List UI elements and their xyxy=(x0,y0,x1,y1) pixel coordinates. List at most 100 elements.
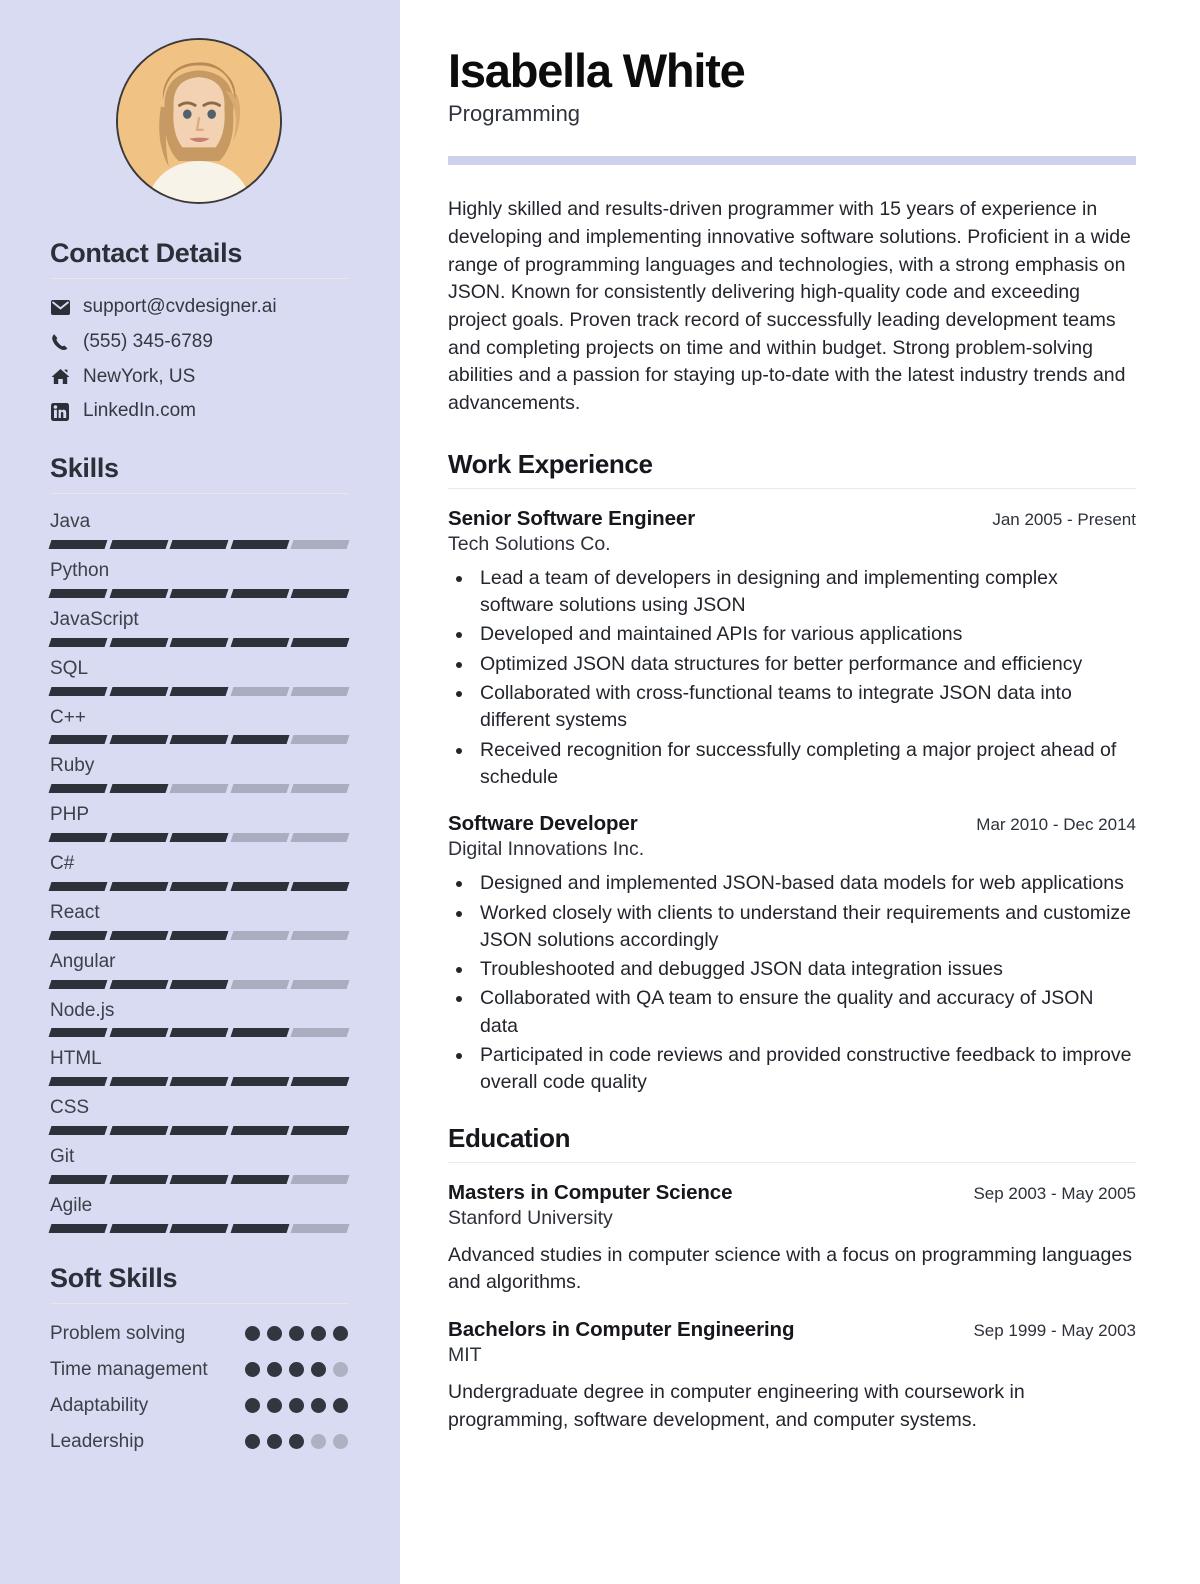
skill-segment xyxy=(169,735,229,745)
soft-skill-dot xyxy=(311,1325,326,1341)
skill-segment xyxy=(230,637,289,647)
skill-segment xyxy=(230,1175,289,1184)
contact-item-linkedin[interactable]: LinkedIn.com xyxy=(50,400,348,423)
skill-segment xyxy=(109,1223,168,1233)
skill-segment xyxy=(230,979,289,989)
skill-segment xyxy=(230,930,289,940)
work-job-title: Software Developer xyxy=(448,812,638,836)
skill-item: C++ xyxy=(48,707,350,745)
work-bullet: Worked closely with clients to understan… xyxy=(474,900,1136,955)
skill-level-bar xyxy=(48,1077,350,1087)
skill-level-bar xyxy=(48,686,350,696)
skills-heading: Skills xyxy=(50,453,119,484)
education-institution: Stanford University xyxy=(448,1206,613,1229)
work-date-range: Jan 2005 - Present xyxy=(992,509,1136,529)
skill-name: SQL xyxy=(50,657,89,679)
education-section: Education Masters in Computer Science Se… xyxy=(448,1123,1136,1435)
skill-name: Ruby xyxy=(50,755,95,777)
skill-segment xyxy=(109,588,168,598)
soft-skills-divider xyxy=(50,1302,348,1304)
page-title: Isabella White xyxy=(448,44,746,97)
skill-item: CSS xyxy=(48,1097,350,1136)
skill-level-bar xyxy=(48,930,350,940)
contact-item-location[interactable]: NewYork, US xyxy=(50,366,348,389)
work-job-title: Senior Software Engineer xyxy=(448,506,696,530)
skill-segment xyxy=(169,540,229,550)
contact-phone-text: (555) 345-6789 xyxy=(83,330,213,352)
soft-skill-dot xyxy=(267,1434,282,1450)
skill-segment xyxy=(48,979,108,989)
skill-item: Node.js xyxy=(48,999,350,1038)
contact-details-section: Contact Details support@cvdesigner.ai (5… xyxy=(50,238,348,423)
skill-name: C# xyxy=(50,853,75,875)
skill-segment xyxy=(290,735,350,745)
user-photo-avatar-icon xyxy=(118,40,280,202)
sidebar: Contact Details support@cvdesigner.ai (5… xyxy=(0,0,400,1584)
soft-skill-dot xyxy=(311,1361,326,1377)
skill-segment xyxy=(48,735,108,745)
skill-segment xyxy=(169,1175,229,1184)
envelope-icon xyxy=(50,297,70,317)
skill-segment xyxy=(109,637,168,647)
skills-list: Java Python JavaScript SQL C++ Ruby PHP … xyxy=(48,511,350,1233)
skill-item: Java xyxy=(48,511,350,550)
education-description: Undergraduate degree in computer enginee… xyxy=(448,1380,1025,1431)
skill-segment xyxy=(109,540,168,550)
soft-skill-dot xyxy=(245,1398,260,1413)
contact-location-text: NewYork, US xyxy=(83,365,196,387)
skill-segment xyxy=(169,881,229,891)
contact-item-phone[interactable]: (555) 345-6789 xyxy=(50,331,348,354)
skill-item: HTML xyxy=(48,1048,350,1087)
skill-segment xyxy=(169,833,229,843)
skill-name: Git xyxy=(50,1146,75,1168)
work-bullet: Collaborated with cross-functional teams… xyxy=(474,680,1136,735)
work-bullet: Designed and implemented JSON-based data… xyxy=(474,870,1136,897)
work-experience-heading: Work Experience xyxy=(448,448,653,479)
skill-name: Node.js xyxy=(50,999,115,1021)
soft-skill-name: Problem solving xyxy=(50,1322,186,1344)
contact-details-heading: Contact Details xyxy=(50,238,243,268)
skill-segment xyxy=(230,784,289,794)
skill-segment xyxy=(230,1028,289,1038)
skill-segment xyxy=(109,930,168,940)
skill-item: Python xyxy=(48,560,350,598)
skill-segment xyxy=(169,1028,229,1038)
skill-segment xyxy=(230,881,289,891)
skill-name: Python xyxy=(50,560,110,582)
work-bullet: Developed and maintained APIs for variou… xyxy=(474,621,1136,648)
contact-item-email[interactable]: support@cvdesigner.ai xyxy=(50,296,348,319)
soft-skill-dot xyxy=(245,1325,260,1341)
work-bullet: Troubleshooted and debugged JSON data in… xyxy=(474,956,1136,983)
soft-skill-dot xyxy=(267,1325,282,1341)
skill-segment xyxy=(109,686,168,696)
avatar xyxy=(116,38,282,204)
skill-segment xyxy=(169,979,229,989)
phone-icon xyxy=(50,332,70,352)
skill-segment xyxy=(290,540,350,550)
work-date-range: Mar 2010 - Dec 2014 xyxy=(976,815,1136,835)
education-degree: Masters in Computer Science xyxy=(448,1180,733,1204)
skill-level-bar xyxy=(48,1223,350,1233)
skill-segment xyxy=(290,930,350,940)
skills-section: Skills Java Python JavaScript SQL C++ Ru… xyxy=(48,453,350,1233)
work-bullet: Optimized JSON data structures for bette… xyxy=(474,651,1136,678)
soft-skill-dot xyxy=(311,1434,326,1450)
skill-level-bar xyxy=(48,637,350,647)
skill-name: JavaScript xyxy=(50,608,139,630)
skill-level-bar xyxy=(48,1126,350,1136)
skill-name: Java xyxy=(50,511,91,533)
skill-level-bar xyxy=(48,540,350,550)
skill-level-bar xyxy=(48,881,350,891)
skill-segment xyxy=(109,784,168,794)
skill-name: HTML xyxy=(50,1048,102,1070)
skill-segment xyxy=(109,735,168,745)
skill-segment xyxy=(48,1077,108,1087)
education-entry-header: Bachelors in Computer Engineering Sep 19… xyxy=(448,1318,1136,1342)
education-entry: Bachelors in Computer Engineering Sep 19… xyxy=(448,1318,1136,1434)
main-content: Isabella White Programming Highly skille… xyxy=(400,0,1200,1584)
work-entry-header: Software Developer Mar 2010 - Dec 2014 xyxy=(448,812,1136,836)
soft-skills-heading: Soft Skills xyxy=(50,1262,178,1293)
soft-skill-dot xyxy=(333,1325,348,1341)
skill-segment xyxy=(169,1126,229,1136)
work-entry: Software Developer Mar 2010 - Dec 2014 D… xyxy=(448,812,1136,1096)
